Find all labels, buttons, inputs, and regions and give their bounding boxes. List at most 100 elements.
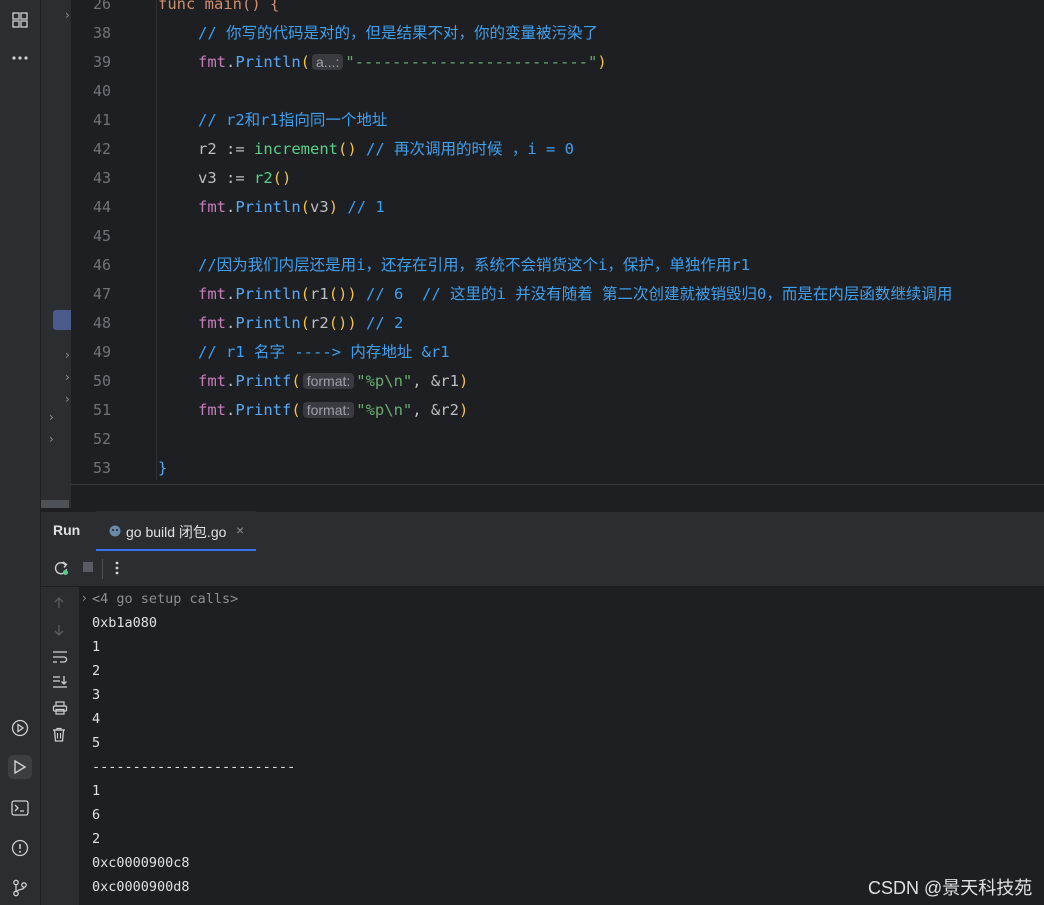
code-token: r2 [254, 169, 273, 187]
line-number: 53 [92, 459, 111, 477]
run-toolbar [41, 552, 1044, 587]
chevron-right-icon[interactable]: › [65, 392, 70, 406]
code-line: fmt.Println(v3) // 1 [198, 198, 385, 216]
chevron-right-icon[interactable]: › [65, 370, 70, 384]
toolbar-divider [102, 559, 103, 579]
code-line: fmt.Printf(format: "%p\n", &r1) [198, 372, 469, 390]
console-line: 0xb1a080 [92, 615, 158, 631]
parameter-hint: format: [302, 373, 355, 389]
down-arrow-icon[interactable] [52, 623, 66, 641]
console-line: 5 [92, 735, 101, 751]
code-line: //因为我们内层还是用i，还存在引用，系统不会销货这个i，保护，单独作用r1 [198, 251, 750, 280]
code-token: Printf [235, 401, 292, 419]
stop-icon[interactable] [81, 560, 95, 578]
print-icon[interactable] [52, 701, 68, 719]
soft-wrap-icon[interactable] [52, 650, 68, 668]
console-line: 0xc0000900d8 [92, 879, 190, 895]
code-token: increment [254, 140, 338, 158]
up-arrow-icon[interactable] [52, 596, 66, 614]
code-token: fmt [198, 285, 226, 303]
code-string: "%p\n" [356, 401, 413, 419]
line-number: 50 [92, 372, 111, 390]
git-icon[interactable] [8, 876, 32, 900]
code-line: fmt.Println(r1()) // 6 // 这里的i 并没有随着 第二次… [198, 285, 953, 303]
code-line: } [158, 454, 167, 483]
go-file-icon [108, 524, 122, 538]
folded-setup-calls[interactable]: <4 go setup calls> [92, 591, 238, 607]
project-panel-sliver: › › › › › › [41, 0, 71, 508]
code-line: r2 := increment() // 再次调用的时候 ，i = 0 [198, 140, 575, 158]
close-icon[interactable]: × [236, 522, 244, 538]
console-line: 3 [92, 687, 101, 703]
editor-divider [71, 484, 1044, 485]
line-number: 49 [92, 343, 111, 361]
chevron-right-icon[interactable]: › [49, 432, 54, 446]
line-number: 39 [92, 53, 111, 71]
code-line: // r1 名字 ----> 内存地址 &r1 [198, 338, 450, 367]
chevron-right-icon[interactable]: › [65, 8, 70, 22]
code-token: func main() { [158, 0, 280, 13]
rerun-icon[interactable] [53, 560, 69, 580]
more-vertical-icon[interactable] [114, 560, 120, 580]
code-token: fmt [198, 372, 226, 390]
code-token: Println [235, 198, 301, 216]
line-number: 45 [92, 227, 111, 245]
code-token: v3 [310, 198, 329, 216]
line-number: 41 [92, 111, 111, 129]
code-comment: // 再次调用的时候 ，i = 0 [366, 140, 575, 158]
code-token: Println [235, 314, 301, 332]
code-line: func main() { [158, 0, 279, 19]
line-number: 46 [92, 256, 111, 274]
code-token: Printf [235, 372, 292, 390]
chevron-right-icon[interactable]: › [49, 410, 54, 424]
line-number: 43 [92, 169, 111, 187]
line-number: 38 [92, 24, 111, 42]
console-line: ------------------------- [92, 759, 296, 775]
line-number: 48 [92, 314, 111, 332]
run-tab-label: go build 闭包.go [126, 524, 227, 540]
more-icon[interactable] [8, 46, 32, 70]
console-output[interactable] [79, 587, 1044, 905]
code-token: fmt [198, 314, 226, 332]
console-line: 6 [92, 807, 101, 823]
indent-guide [156, 0, 157, 480]
code-token: fmt [198, 53, 226, 71]
console-line: 4 [92, 711, 101, 727]
services-icon[interactable] [8, 716, 32, 740]
line-number: 44 [92, 198, 111, 216]
code-token: , &r2 [412, 401, 459, 419]
code-comment: // 1 [347, 198, 385, 216]
code-token: fmt [198, 401, 226, 419]
parameter-hint: format: [302, 402, 355, 418]
trash-icon[interactable] [52, 727, 66, 746]
code-line: fmt.Println(a...: "----------------------… [198, 53, 607, 71]
console-line[interactable]: <4 go setup calls> [92, 587, 238, 611]
code-token: r2 := [198, 140, 254, 158]
code-comment: // 6 // 这里的i 并没有随着 第二次创建就被销毁归0，而是在内层函数继续… [366, 285, 953, 303]
problems-icon[interactable] [8, 836, 32, 860]
line-number: 47 [92, 285, 111, 303]
horizontal-scrollbar[interactable] [41, 500, 69, 508]
structure-icon[interactable] [8, 8, 32, 32]
line-number: 40 [92, 82, 111, 100]
code-string: "%p\n" [356, 372, 413, 390]
code-token: Println [235, 285, 301, 303]
code-token: Println [235, 53, 301, 71]
chevron-right-icon[interactable]: › [82, 591, 87, 605]
code-token: r2 [310, 314, 329, 332]
terminal-icon[interactable] [8, 796, 32, 820]
code-line: v3 := r2() [198, 169, 292, 187]
code-comment: //因为我们内层还是用i，还存在引用，系统不会销货这个i，保护，单独作用r1 [198, 256, 750, 274]
scroll-to-end-icon[interactable] [52, 675, 68, 693]
code-string: "-------------------------" [345, 53, 598, 71]
run-icon[interactable] [8, 755, 32, 779]
chevron-right-icon[interactable]: › [65, 348, 70, 362]
code-line: // r2和r1指向同一个地址 [198, 106, 387, 135]
code-token: r1 [310, 285, 329, 303]
code-token: , &r1 [412, 372, 459, 390]
line-number: 52 [92, 430, 111, 448]
tool-window-strip [0, 0, 41, 905]
selected-tree-item[interactable] [53, 310, 71, 330]
line-number: 51 [92, 401, 111, 419]
console-line: 1 [92, 783, 101, 799]
